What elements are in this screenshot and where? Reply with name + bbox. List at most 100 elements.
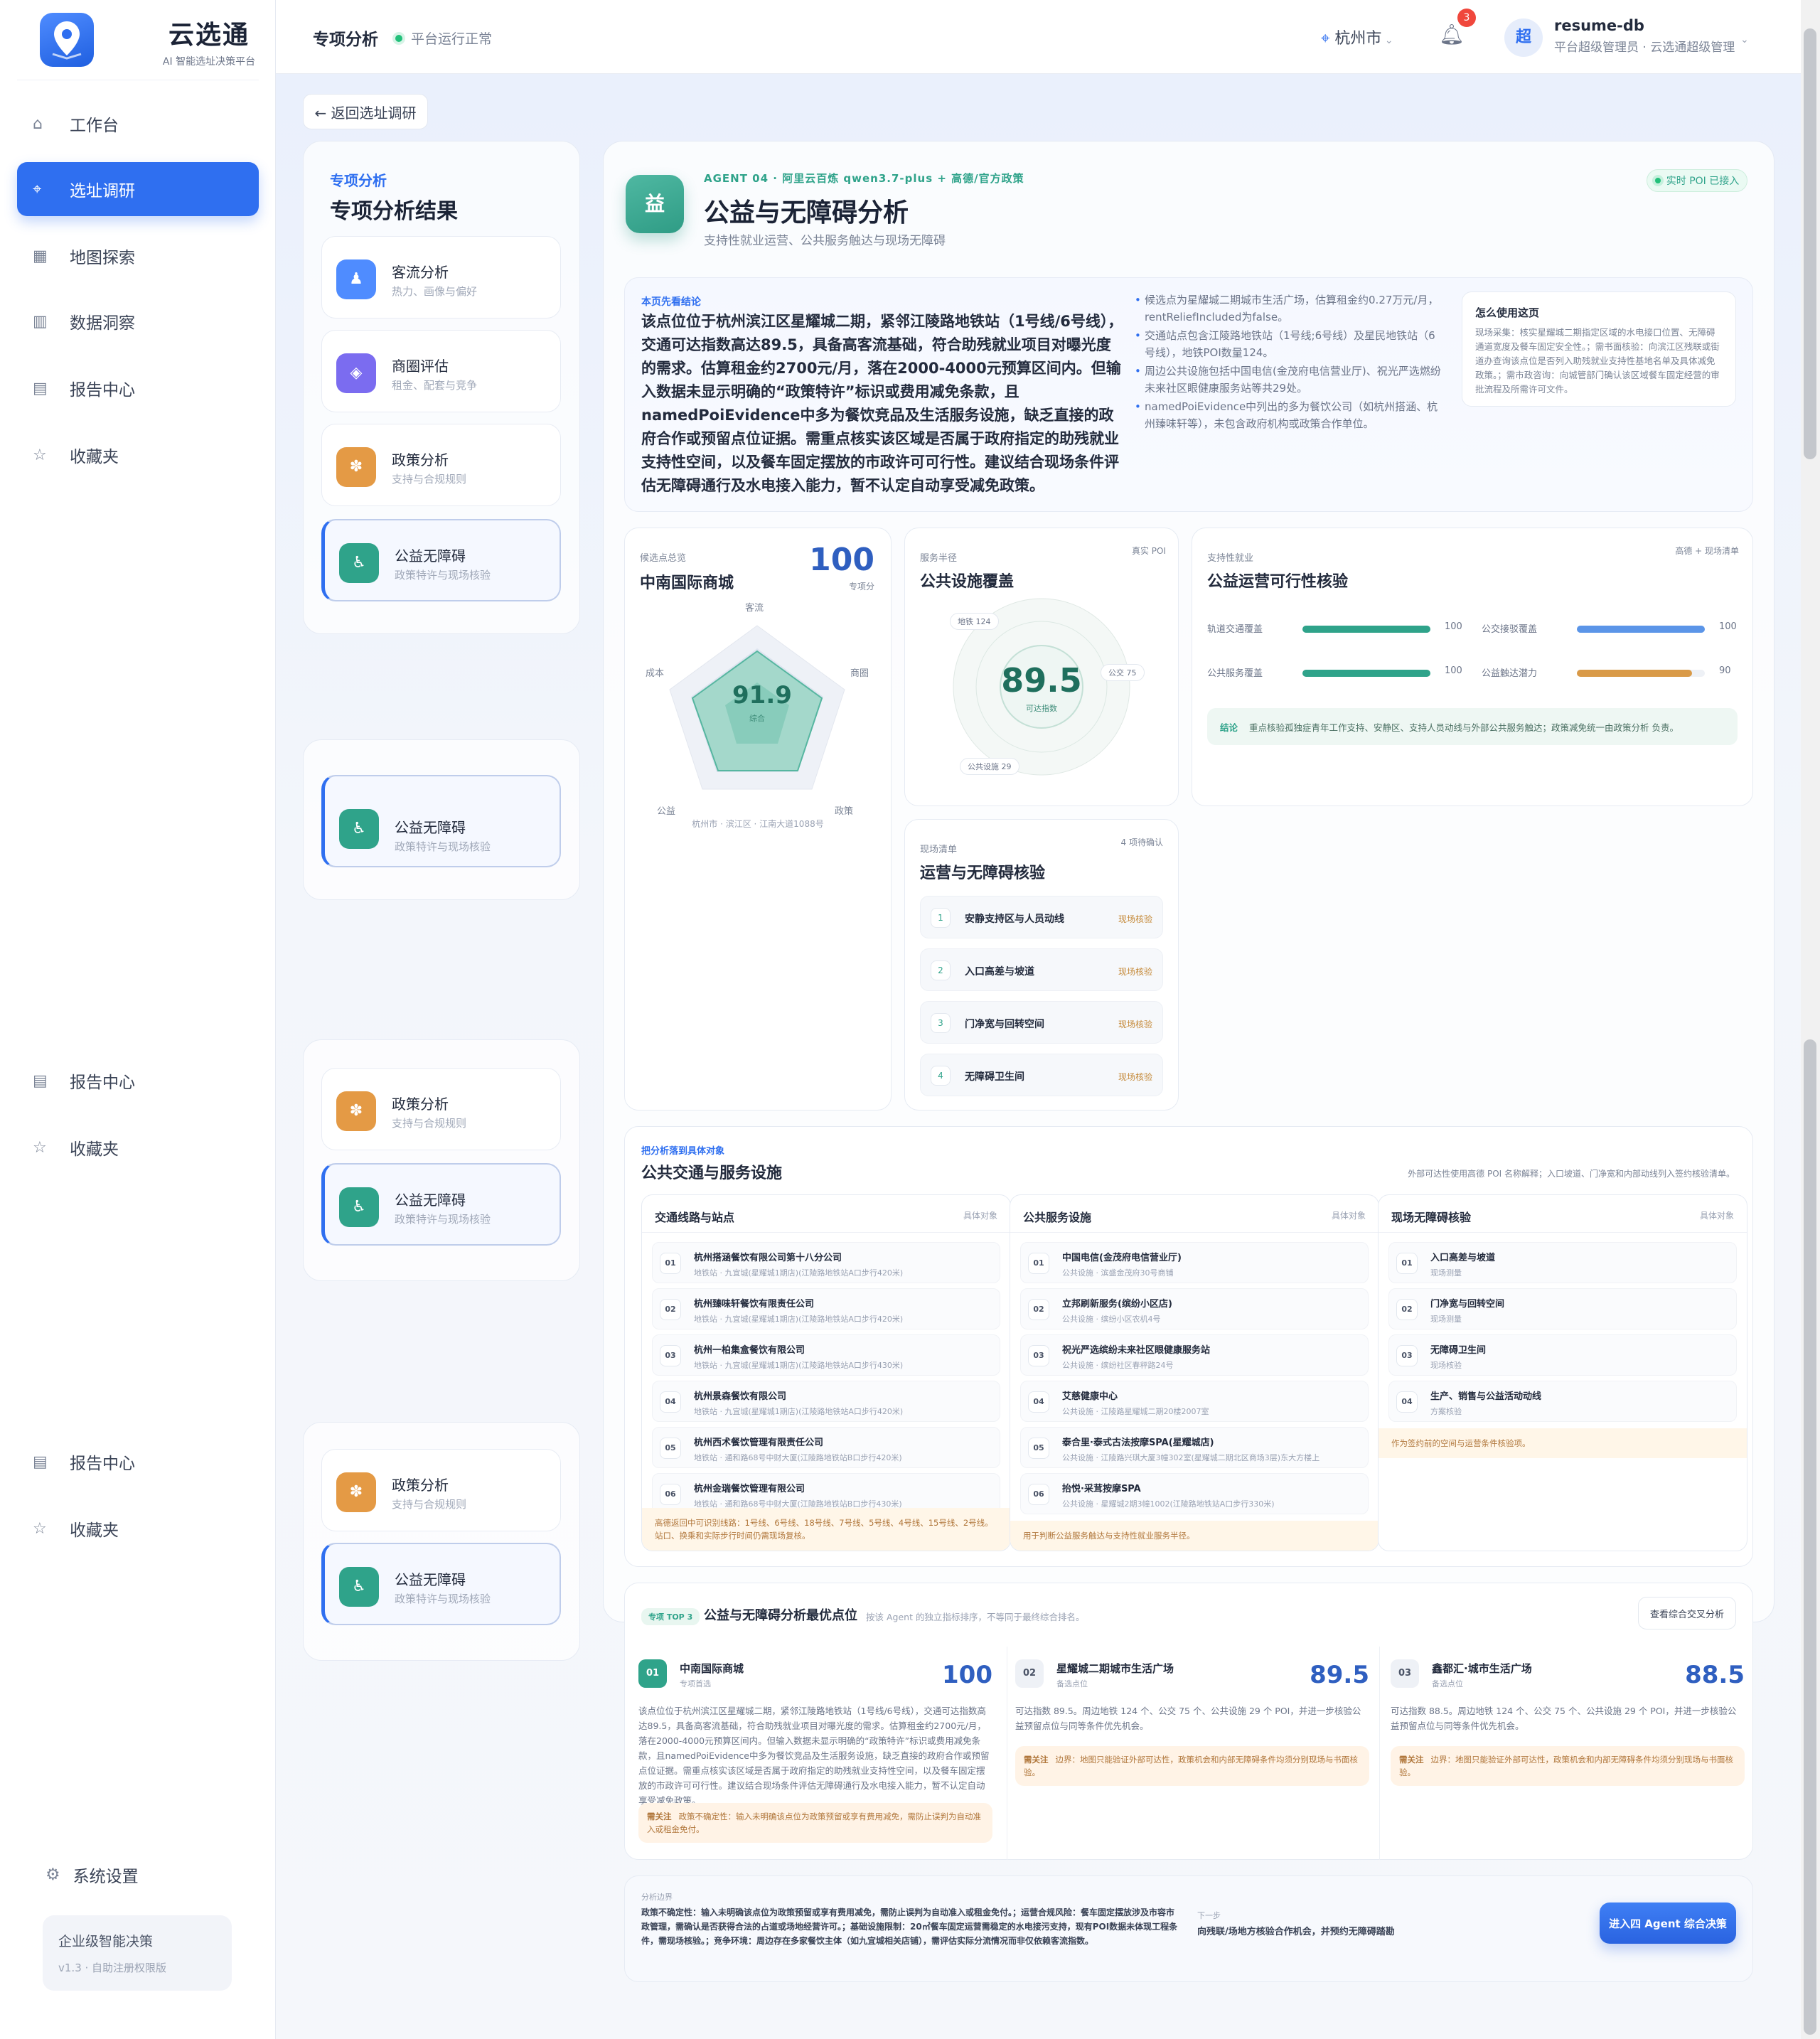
checklist-item[interactable]: 1 安静支持区与人员动线 现场核验 xyxy=(920,896,1163,938)
nav-item-favorites-repeat[interactable]: ☆ 收藏夹 xyxy=(17,1120,259,1174)
checklist-text: 安静支持区与人员动线 xyxy=(965,914,1064,925)
nav-label: 报告中心 xyxy=(70,1455,135,1473)
nav-item-insights[interactable]: ▥ 数据洞察 xyxy=(17,294,259,348)
facility-row[interactable]: 02 立邦刷新服务(缤纷小区店) 公共设施 · 缤纷小区农机4号 xyxy=(1020,1288,1369,1329)
warn-label: 需关注 xyxy=(1024,1755,1049,1765)
summary-text: 该点位位于杭州滨江区星耀城二期，紧邻江陵路地铁站（1号线/6号线），交通可达指数… xyxy=(641,313,1123,494)
facility-row[interactable]: 03 祝光严选缤纷未来社区眼健康服务站 公共设施 · 缤纷社区春秤路24号 xyxy=(1020,1334,1369,1376)
top3-score: 89.5 xyxy=(1310,1661,1369,1689)
row-number: 04 xyxy=(1396,1391,1418,1413)
agent-name: 政策分析 xyxy=(392,1477,449,1494)
facility-row[interactable]: 05 杭州西术餐饮管理有限责任公司 地铁站 · 通和路68号中财大厦(江陵路地铁站B… xyxy=(652,1427,1000,1468)
report-icon: ▤ xyxy=(33,379,48,397)
checklist-item[interactable]: 3 门净宽与回转空间 现场核验 xyxy=(920,1001,1163,1044)
nav-item-favorites[interactable]: ☆ 收藏夹 xyxy=(17,428,259,482)
column-title: 交通线路与站点 xyxy=(655,1211,735,1224)
user-name[interactable]: resume-db xyxy=(1540,17,1682,34)
nav-item-reports[interactable]: ▤ 报告中心 xyxy=(17,361,259,415)
facility-row[interactable]: 03 无障碍卫生间 现场核验 xyxy=(1388,1334,1737,1376)
bar-value: 100 xyxy=(1445,665,1462,676)
agent-sub: 热力、画像与偏好 xyxy=(392,285,478,298)
poi-status-badge: 实时 POI 已接入 xyxy=(1647,169,1747,192)
agent-icon: 益 xyxy=(626,175,684,233)
chevron-down-icon[interactable]: ⌄ xyxy=(1740,34,1749,46)
agent-card-district[interactable]: ◈ 商圈评估 租金、配套与竞争 xyxy=(321,330,561,412)
top3-rank: 02 xyxy=(1015,1659,1044,1688)
row-title: 杭州金瑞餐饮管理有限公司 xyxy=(694,1484,805,1494)
top3-item[interactable]: 02 星耀城二期城市生活广场 备选点位 89.5 可达指数 89.5。周边地铁 124 … xyxy=(1015,1647,1379,1853)
back-button[interactable]: ← 返回选址调研 xyxy=(303,94,428,129)
row-title: 艾慈健康中心 xyxy=(1062,1391,1118,1402)
facility-row[interactable]: 01 入口高差与坡道 现场测量 xyxy=(1388,1242,1737,1283)
nav-item-reports-repeat[interactable]: ▤ 报告中心 xyxy=(17,1054,259,1108)
nav-item-workbench[interactable]: ⌂ 工作台 xyxy=(17,97,259,151)
nav-item-site-research[interactable]: ⌖ 选址调研 xyxy=(17,162,259,216)
top3-score: 100 xyxy=(942,1661,992,1689)
checklist-item[interactable]: 2 入口高差与坡道 现场核验 xyxy=(920,948,1163,991)
scrollbar-thumb[interactable] xyxy=(1804,28,1816,459)
facility-row[interactable]: 04 杭州景森餐饮有限公司 地铁站 · 九宜城(星耀城1期店)(江陵路地铁站A口步行… xyxy=(652,1381,1000,1422)
diamond-icon: ◈ xyxy=(336,353,376,393)
facility-column: 现场无障碍核验 具体对象 01 入口高差与坡道 现场测量 02 门净宽与回转空间 现场测量 03… xyxy=(1378,1194,1747,1551)
row-sub: 公共设施 · 星耀城2期3幢1002(江陵路地铁站A口步行330米) xyxy=(1062,1499,1275,1509)
row-title: 立邦刷新服务(缤纷小区店) xyxy=(1062,1299,1172,1310)
agent-card-accessibility-repeat-3[interactable]: ♿ 公益无障碍 政策特许与现场核验 xyxy=(321,1543,561,1625)
summary-kicker: 本页先看结论 xyxy=(641,296,701,308)
row-number: 03 xyxy=(660,1345,681,1366)
facility-row[interactable]: 04 艾慈健康中心 公共设施 · 江陵路星耀城二期20楼2007室 xyxy=(1020,1381,1369,1422)
agent-sub: 政策特许与现场核验 xyxy=(395,1593,491,1605)
wheelchair-icon: ♿ xyxy=(339,1187,379,1227)
cross-analysis-button[interactable]: 查看综合交叉分析 xyxy=(1638,1597,1736,1629)
warn-text: 政策不确定性：输入未明确该点位为政策预留或享有费用减免，需防止误判为自动准入或租… xyxy=(647,1811,981,1834)
nav-item-reports-repeat-2[interactable]: ▤ 报告中心 xyxy=(17,1435,259,1489)
agent-card-policy-repeat[interactable]: ✽ 政策分析 支持与合规规则 xyxy=(321,1068,561,1150)
facility-row[interactable]: 04 生产、销售与公益活动动线 方案核验 xyxy=(1388,1381,1737,1422)
facility-row[interactable]: 06 抬悦·采茸按摩SPA 公共设施 · 星耀城2期3幢1002(江陵路地铁站A口步… xyxy=(1020,1473,1369,1514)
coverage-title: 公共设施覆盖 xyxy=(920,573,1015,591)
radar-axis-label: 政策 xyxy=(835,806,854,817)
avatar[interactable]: 超 xyxy=(1504,18,1543,57)
row-title: 抬悦·采茸按摩SPA xyxy=(1062,1484,1141,1494)
user-role: 平台超级管理员 · 云选通超级管理 xyxy=(1554,41,1735,55)
facility-row[interactable]: 01 杭州搭涵餐饮有限公司第十八分公司 地铁站 · 九宜城(星耀城1期店)(江陵路地… xyxy=(652,1242,1000,1283)
city-label: 杭州市 xyxy=(1334,30,1382,48)
city-selector[interactable]: ⌖ 杭州市 ⌄ xyxy=(1321,26,1393,48)
facility-row[interactable]: 05 泰合里·泰式古法按摩SPA(星耀城店) 公共设施 · 江陵路兴琪大厦3幢302… xyxy=(1020,1427,1369,1468)
checklist-number: 3 xyxy=(931,1013,951,1033)
agent-card-traffic[interactable]: ♟ 客流分析 热力、画像与偏好 xyxy=(321,236,561,319)
agent-card-policy-repeat-2[interactable]: ✽ 政策分析 支持与合规规则 xyxy=(321,1449,561,1531)
row-title: 杭州一柏集盒餐饮有限公司 xyxy=(694,1345,805,1356)
facility-row[interactable]: 03 杭州一柏集盒餐饮有限公司 地铁站 · 九宜城(星耀城1期店)(江陵路地铁站A口… xyxy=(652,1334,1000,1376)
bell-icon[interactable]: 🔔︎ xyxy=(1439,23,1465,46)
agent-card-accessibility-repeat-2[interactable]: ♿ 公益无障碍 政策特许与现场核验 xyxy=(321,1163,561,1246)
facility-row[interactable]: 02 杭州臻味轩餐饮有限责任公司 地铁站 · 九宜城(星耀城1期店)(江陵路地铁站A… xyxy=(652,1288,1000,1329)
row-sub: 地铁站 · 九宜城(星耀城1期店)(江陵路地铁站A口步行420米) xyxy=(694,1268,904,1278)
agent-sub: 政策特许与现场核验 xyxy=(395,840,491,853)
scrollbar-thumb-repeat[interactable] xyxy=(1804,1039,1816,2035)
chevron-down-icon: ⌄ xyxy=(1381,35,1393,46)
agent-card-accessibility-repeat[interactable]: ♿ 公益无障碍 政策特许与现场核验 xyxy=(321,775,561,867)
nav-item-favorites-repeat-2[interactable]: ☆ 收藏夹 xyxy=(17,1502,259,1556)
top3-rank: 01 xyxy=(638,1659,667,1688)
warn-text: 边界：地图只能验证外部可达性，政策机会和内部无障碍条件均须分别现场与书面核验。 xyxy=(1024,1755,1358,1777)
agent-card-policy[interactable]: ✽ 政策分析 支持与合规规则 xyxy=(321,424,561,506)
checklist-item[interactable]: 4 无障碍卫生间 现场核验 xyxy=(920,1054,1163,1096)
facilities-title: 公共交通与服务设施 xyxy=(641,1165,783,1182)
location-pin-icon: ⌖ xyxy=(1321,30,1335,48)
nav-item-map[interactable]: ▦ 地图探索 xyxy=(17,229,259,283)
top3-item[interactable]: 03 鑫都汇·城市生活广场 备选点位 88.5 可达指数 88.5。周边地铁 124 个… xyxy=(1391,1647,1755,1853)
facility-row[interactable]: 02 门净宽与回转空间 现场测量 xyxy=(1388,1288,1737,1329)
bar-fill xyxy=(1302,670,1430,677)
row-sub: 公共设施 · 滨盛金茂府30号商铺 xyxy=(1062,1268,1174,1278)
top3-item[interactable]: 01 中南国际商城 专项首选 100 该点位位于杭州滨江区星耀城二期，紧邻江陵路地铁站（… xyxy=(638,1647,1002,1853)
agent-name: 公益无障碍 xyxy=(395,547,466,564)
bar-label: 公共服务覆盖 xyxy=(1207,668,1263,679)
agent-card-accessibility[interactable]: ♿ 公益无障碍 政策特许与现场核验 xyxy=(321,519,561,601)
enter-decision-button[interactable]: 进入四 Agent 综合决策 xyxy=(1600,1902,1736,1944)
brand-title: 云选通 xyxy=(168,21,250,50)
facility-row[interactable]: 01 中国电信(金茂府电信营业厅) 公共设施 · 滨盛金茂府30号商铺 xyxy=(1020,1242,1369,1283)
settings-link[interactable]: ⚙ 系统设置 xyxy=(46,1863,139,1887)
nav-label: 收藏夹 xyxy=(70,1521,119,1540)
column-note: 作为签约前的空间与运营条件核验项。 xyxy=(1379,1428,1747,1458)
row-number: 06 xyxy=(660,1484,681,1505)
